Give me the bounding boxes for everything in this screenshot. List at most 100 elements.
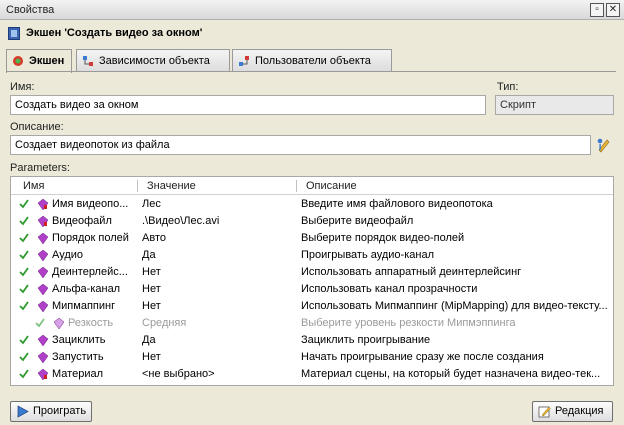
- param-name: Видеофайл: [52, 215, 112, 227]
- param-description: Зациклить проигрывание: [301, 334, 431, 346]
- param-value[interactable]: Средняя: [142, 317, 292, 329]
- param-name: Запустить: [52, 351, 104, 363]
- param-description: Выберите уровень резкости Мипмэппинга: [301, 317, 516, 329]
- param-description: Выберите видеофайл: [301, 215, 414, 227]
- play-icon: [17, 405, 29, 418]
- table-row[interactable]: Деинтерлейс... Нет Использовать аппаратный…: [11, 264, 613, 281]
- tab-label: Пользователи объекта: [255, 55, 371, 67]
- column-separator[interactable]: [137, 180, 138, 192]
- title-bar: Свойства ▫ ✕: [0, 0, 624, 20]
- check-icon: [19, 250, 29, 260]
- parameter-icon: [38, 267, 48, 278]
- grid-header: Имя Значение Описание: [11, 177, 613, 195]
- type-label: Тип:: [497, 81, 519, 93]
- tab-divider: [6, 71, 616, 72]
- check-icon: [19, 352, 29, 362]
- param-name: Альфа-канал: [52, 283, 121, 295]
- edit-description-icon[interactable]: [596, 137, 612, 153]
- parameters-grid: Имя Значение Описание Имя видеопо... Лес В…: [10, 176, 614, 386]
- maximize-button[interactable]: ▫: [590, 3, 604, 17]
- action-icon: [13, 56, 23, 66]
- parameter-icon: [38, 335, 48, 346]
- dependencies-icon: [83, 56, 93, 66]
- param-value[interactable]: Лес: [142, 198, 292, 210]
- check-icon: [19, 233, 29, 243]
- param-description: Проигрывать аудио-канал: [301, 249, 434, 261]
- description-label: Описание:: [10, 121, 64, 133]
- param-value[interactable]: Нет: [142, 266, 292, 278]
- parameter-icon: [38, 216, 48, 227]
- check-icon: [19, 335, 29, 345]
- film-icon: [8, 27, 20, 40]
- table-row[interactable]: Имя видеопо... Лес Введите имя файлового в…: [11, 196, 613, 213]
- param-value[interactable]: Нет: [142, 300, 292, 312]
- tab-dependencies[interactable]: Зависимости объекта: [76, 49, 230, 72]
- param-name: Материал: [52, 368, 103, 380]
- check-icon: [35, 318, 45, 328]
- check-icon: [19, 369, 29, 379]
- type-field: Скрипт: [495, 95, 614, 115]
- check-icon: [19, 284, 29, 294]
- param-value[interactable]: Авто: [142, 232, 292, 244]
- parameter-icon: [38, 250, 48, 261]
- table-row[interactable]: Материал <не выбрано> Материал сцены, на к…: [11, 366, 613, 383]
- check-icon: [19, 199, 29, 209]
- parameter-icon: [38, 369, 48, 380]
- param-value[interactable]: .\Видео\Лес.avi: [142, 215, 292, 227]
- table-row[interactable]: Мипмаппинг Нет Использовать Мипмаппинг (Mi…: [11, 298, 613, 315]
- parameter-icon: [38, 199, 48, 210]
- table-row[interactable]: Видеофайл .\Видео\Лес.avi Выберите видеофа…: [11, 213, 613, 230]
- param-name: Порядок полей: [52, 232, 129, 244]
- param-value[interactable]: Нет: [142, 351, 292, 363]
- column-separator[interactable]: [296, 180, 297, 192]
- table-row[interactable]: Альфа-канал Нет Использовать канал прозрач…: [11, 281, 613, 298]
- check-icon: [19, 216, 29, 226]
- edit-icon: [538, 406, 551, 418]
- param-description: Использовать канал прозрачности: [301, 283, 478, 295]
- description-field[interactable]: Создает видеопоток из файла: [10, 135, 591, 155]
- close-button[interactable]: ✕: [606, 3, 620, 17]
- param-value[interactable]: Да: [142, 334, 292, 346]
- tab-action[interactable]: Экшен: [6, 49, 72, 73]
- parameter-icon: [54, 318, 64, 329]
- table-row[interactable]: Зациклить Да Зациклить проигрывание: [11, 332, 613, 349]
- table-row[interactable]: Резкость Средняя Выберите уровень резкости…: [11, 315, 613, 332]
- param-description: Начать проигрывание сразу же после созда…: [301, 351, 544, 363]
- play-button[interactable]: Проиграть: [10, 401, 92, 422]
- table-row[interactable]: Запустить Нет Начать проигрывание сразу же…: [11, 349, 613, 366]
- column-description[interactable]: Описание: [306, 180, 357, 192]
- param-value[interactable]: <не выбрано>: [142, 368, 292, 380]
- check-icon: [19, 301, 29, 311]
- edit-button[interactable]: Редакция: [532, 401, 613, 422]
- parameter-icon: [38, 352, 48, 363]
- param-value[interactable]: Нет: [142, 283, 292, 295]
- param-name: Мипмаппинг: [52, 300, 116, 312]
- param-value[interactable]: Да: [142, 249, 292, 261]
- tab-strip: Экшен Зависимости объекта Пользователи о…: [6, 49, 616, 73]
- param-description: Использовать Мипмаппинг (MipMapping) для…: [301, 300, 608, 312]
- check-icon: [19, 267, 29, 277]
- param-name: Зациклить: [52, 334, 106, 346]
- parameter-icon: [38, 301, 48, 312]
- parameter-icon: [38, 233, 48, 244]
- parameter-icon: [38, 284, 48, 295]
- param-name: Деинтерлейс...: [52, 266, 128, 278]
- table-row[interactable]: Аудио Да Проигрывать аудио-канал: [11, 247, 613, 264]
- column-name[interactable]: Имя: [23, 180, 44, 192]
- param-name: Аудио: [52, 249, 84, 261]
- tab-label: Экшен: [29, 55, 65, 67]
- param-name: Резкость: [68, 317, 114, 329]
- column-value[interactable]: Значение: [147, 180, 196, 192]
- name-label: Имя:: [10, 81, 35, 93]
- table-row[interactable]: Порядок полей Авто Выберите порядок видео-…: [11, 230, 613, 247]
- tab-users[interactable]: Пользователи объекта: [232, 49, 392, 72]
- name-field[interactable]: Создать видео за окном: [10, 95, 486, 115]
- action-title: Экшен 'Создать видео за окном': [26, 27, 203, 39]
- parameters-label: Parameters:: [10, 162, 70, 174]
- edit-button-label: Редакция: [555, 405, 604, 417]
- param-description: Материал сцены, на который будет назначе…: [301, 368, 601, 380]
- window-title: Свойства: [6, 4, 55, 16]
- param-name: Имя видеопо...: [52, 198, 129, 210]
- param-description: Использовать аппаратный деинтерлейсинг: [301, 266, 522, 278]
- param-description: Выберите порядок видео-полей: [301, 232, 465, 244]
